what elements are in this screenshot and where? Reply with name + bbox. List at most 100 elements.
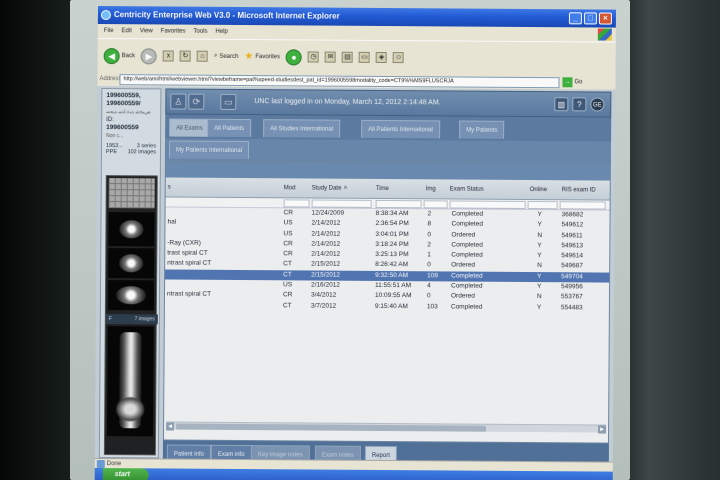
cell-exam-status: Ordered — [451, 261, 476, 270]
cell-time: 9:15:40 AM — [374, 302, 408, 310]
menu-favorites[interactable]: Favorites — [161, 24, 186, 38]
modality-label: PPE — [105, 149, 118, 156]
layout-icon[interactable]: ▭ — [220, 93, 237, 110]
monitor-side — [630, 0, 720, 480]
thumbnail-coronal[interactable] — [106, 326, 154, 437]
filter-exam-status[interactable] — [449, 200, 526, 209]
cell-modality: US — [283, 229, 293, 237]
address-label: Address — [99, 76, 122, 83]
scroll-right-icon[interactable]: ▶ — [598, 425, 607, 434]
patient-icon[interactable]: ♙ — [170, 93, 187, 110]
go-arrow-icon[interactable]: → — [562, 77, 573, 88]
col-exam-status[interactable]: Exam Status — [450, 186, 484, 192]
cell-exam-status: Completed — [450, 303, 483, 311]
tab-my-patients-international[interactable]: My Patients International — [168, 140, 250, 160]
cell-time: 11:55:51 AM — [375, 282, 412, 290]
col-time[interactable]: Time — [376, 186, 389, 192]
filter-modality[interactable] — [283, 199, 310, 208]
thumbnail-ct-2[interactable] — [108, 248, 155, 279]
search-button[interactable]: ⌕ Search — [214, 53, 238, 60]
tab-all-exams[interactable]: All Exams — [169, 118, 210, 137]
filter-images[interactable] — [423, 200, 448, 209]
close-button[interactable]: × — [598, 12, 612, 25]
col-ris-exam-id[interactable]: RIS exam ID — [562, 187, 596, 193]
refresh-icon[interactable]: ⟳ — [188, 93, 205, 110]
filter-time[interactable] — [375, 199, 422, 209]
cell-ris-exam-id: 553767 — [560, 293, 583, 301]
mail-icon[interactable]: ✉ — [325, 51, 337, 63]
cell-description: trast spiral CT — [167, 249, 208, 257]
favorites-button[interactable]: ★ Favorites — [244, 51, 280, 62]
col-modality[interactable]: Mod — [284, 185, 296, 191]
cell-images: 2 — [427, 241, 431, 249]
cell-exam-status: Completed — [451, 241, 483, 249]
filter-study-date[interactable] — [311, 199, 372, 208]
thumbnail-ct-1[interactable] — [108, 212, 155, 247]
maximize-button[interactable]: □ — [583, 12, 597, 25]
menu-tools[interactable]: Tools — [193, 25, 207, 39]
thumbnail-scout[interactable] — [108, 178, 155, 209]
start-button[interactable]: start — [102, 468, 149, 480]
cell-study-date: 2/14/2012 — [311, 230, 341, 238]
go-button[interactable]: Go — [574, 79, 582, 85]
filter-online[interactable] — [527, 201, 558, 210]
history-icon[interactable]: ◷ — [308, 51, 320, 63]
tab-all-studies-international[interactable]: All Studies International — [263, 119, 341, 138]
col-description[interactable]: s — [168, 184, 171, 190]
cell-description: ntrast spiral CT — [166, 290, 212, 299]
horizontal-scrollbar[interactable]: ◀ ▶ — [166, 421, 607, 434]
tab-my-patients[interactable]: My Patients — [459, 120, 505, 139]
window-title: Centricity Enterprise Web V3.0 - Microso… — [113, 10, 340, 21]
thumbnail-ct-3[interactable] — [107, 280, 155, 311]
menu-edit[interactable]: Edit — [121, 24, 131, 38]
scrollbar-thumb[interactable] — [176, 423, 487, 432]
cell-time: 3:25:13 PM — [375, 251, 409, 259]
messenger-icon[interactable]: ☺ — [392, 52, 405, 64]
help-icon[interactable]: ? — [572, 97, 587, 112]
cell-study-date: 2/15/2012 — [311, 271, 341, 279]
cell-time: 10:09:55 AM — [374, 292, 412, 300]
series-letter: F — [108, 316, 112, 323]
cell-online: N — [536, 293, 542, 301]
table-row[interactable]: CT 3/7/2012 9:15:40 AM 103 Completed Y 554483 — [165, 300, 609, 313]
col-images[interactable]: Img — [426, 186, 436, 192]
cell-ris-exam-id: 549611 — [561, 231, 583, 239]
col-online[interactable]: Online — [530, 187, 547, 193]
menu-help[interactable]: Help — [215, 25, 227, 39]
col-study-date[interactable]: Study Date — [312, 185, 342, 191]
menu-view[interactable]: View — [140, 24, 153, 38]
search-label: Search — [219, 53, 239, 60]
filter-ris[interactable] — [559, 201, 606, 210]
print-icon[interactable]: ▤ — [342, 51, 354, 63]
media-icon[interactable]: ● — [285, 48, 303, 65]
tab-all-patients-international[interactable]: All Patients International — [361, 119, 440, 139]
thumbnail-strip[interactable]: F 7 images — [103, 175, 158, 456]
cell-time: 9:32:50 AM — [375, 271, 409, 279]
folder-icon[interactable]: ▭ — [359, 51, 371, 63]
login-status-text: UNC last logged in on Monday, March 12, … — [254, 98, 441, 107]
cell-modality: CT — [283, 271, 292, 279]
stop-icon[interactable]: x — [162, 50, 175, 62]
refresh-icon[interactable]: ↻ — [179, 50, 192, 62]
cell-study-date: 12/24/2009 — [311, 209, 345, 217]
favorites-star-icon: ★ — [244, 51, 254, 63]
cell-exam-status: Completed — [451, 220, 483, 228]
cell-ris-exam-id: 368682 — [561, 211, 584, 219]
cell-online: N — [537, 262, 542, 270]
cell-exam-status: Ordered — [451, 231, 476, 239]
back-button[interactable]: ◀ Back — [103, 47, 135, 64]
tab-all-patients[interactable]: All Patients — [207, 118, 252, 138]
cell-time: 3:18:24 PM — [375, 240, 409, 249]
cell-online: Y — [537, 283, 542, 291]
centricity-app: 199600559, 199600559/ ﺺﻴﺨﺷ ﺪﺒﻋ ﺎﺘﺳ ﺪﻴﻌﺳ … — [94, 85, 616, 468]
forward-button[interactable]: ▶ — [140, 47, 158, 64]
menu-file[interactable]: File — [104, 24, 114, 38]
cell-images: 8 — [427, 220, 432, 228]
address-field[interactable]: http://web/ami/html/webviewer.html?viewb… — [119, 73, 560, 88]
home-icon[interactable]: ⌂ — [196, 50, 209, 62]
research-icon[interactable]: ◈ — [375, 51, 388, 64]
minimize-button[interactable]: _ — [568, 12, 582, 25]
scroll-left-icon[interactable]: ◀ — [166, 422, 175, 431]
worklist-icon[interactable]: ▥ — [554, 97, 569, 112]
cell-ris-exam-id: 549612 — [561, 221, 584, 229]
